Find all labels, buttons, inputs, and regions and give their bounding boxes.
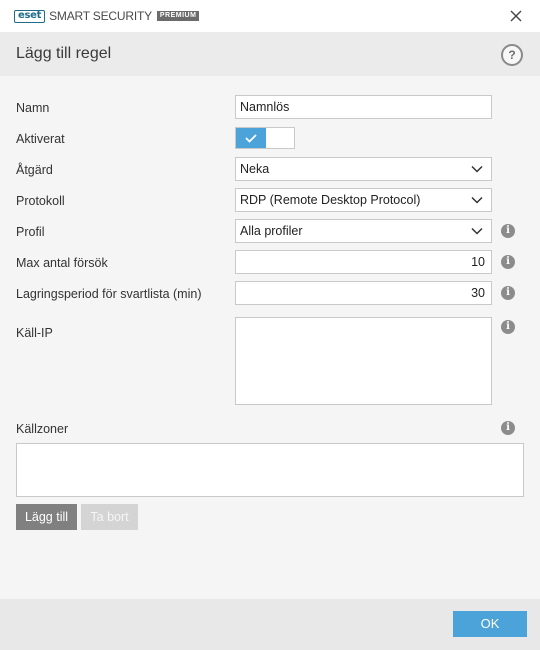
chevron-down-icon [471, 165, 483, 173]
check-icon [245, 134, 257, 143]
action-label: Åtgärd [16, 163, 53, 177]
info-icon[interactable]: i [501, 255, 515, 269]
add-button[interactable]: Lägg till [16, 504, 77, 530]
info-icon[interactable]: i [501, 320, 515, 334]
protocol-value: RDP (Remote Desktop Protocol) [240, 193, 421, 207]
info-icon[interactable]: i [501, 421, 515, 435]
profile-label: Profil [16, 225, 45, 239]
protocol-select[interactable]: RDP (Remote Desktop Protocol) [235, 188, 492, 212]
blacklist-period-label: Lagringsperiod för svartlista (min) [16, 287, 202, 301]
help-button[interactable]: ? [501, 44, 523, 66]
source-ip-textarea[interactable] [235, 317, 492, 405]
title-bar: eset SMART SECURITY PREMIUM [0, 0, 540, 32]
name-label: Namn [16, 101, 50, 115]
dialog-header: Lägg till regel ? [0, 32, 540, 76]
max-attempts-label: Max antal försök [16, 256, 108, 270]
close-icon [510, 10, 522, 22]
protocol-label: Protokoll [16, 194, 65, 208]
dialog-title: Lägg till regel [16, 45, 112, 62]
source-zones-list[interactable] [16, 443, 524, 497]
brand-badge: eset [14, 9, 46, 23]
ok-button[interactable]: OK [453, 611, 527, 637]
profile-value: Alla profiler [240, 224, 303, 238]
brand-tier: PREMIUM [156, 11, 200, 21]
form-content: Namn Namnlös Aktiverat Åtgärd Neka Proto… [0, 76, 540, 599]
action-select[interactable]: Neka [235, 157, 492, 181]
remove-button[interactable]: Ta bort [81, 504, 138, 530]
toggle-on-segment [236, 128, 266, 148]
max-attempts-input[interactable]: 10 [235, 250, 492, 274]
profile-select[interactable]: Alla profiler [235, 219, 492, 243]
chevron-down-icon [471, 196, 483, 204]
enabled-label: Aktiverat [16, 132, 65, 146]
action-value: Neka [240, 162, 270, 176]
source-zones-label: Källzoner [16, 422, 69, 436]
info-icon[interactable]: i [501, 286, 515, 300]
chevron-down-icon [471, 227, 483, 235]
brand-name: SMART SECURITY [49, 9, 152, 23]
blacklist-period-input[interactable]: 30 [235, 281, 492, 305]
source-ip-label: Käll-IP [16, 326, 53, 340]
close-button[interactable] [508, 8, 524, 24]
info-icon[interactable]: i [501, 224, 515, 238]
name-input[interactable]: Namnlös [235, 95, 492, 119]
eset-logo: eset SMART SECURITY PREMIUM [14, 9, 200, 23]
enabled-toggle[interactable] [235, 127, 295, 149]
dialog-footer: OK [0, 599, 540, 650]
